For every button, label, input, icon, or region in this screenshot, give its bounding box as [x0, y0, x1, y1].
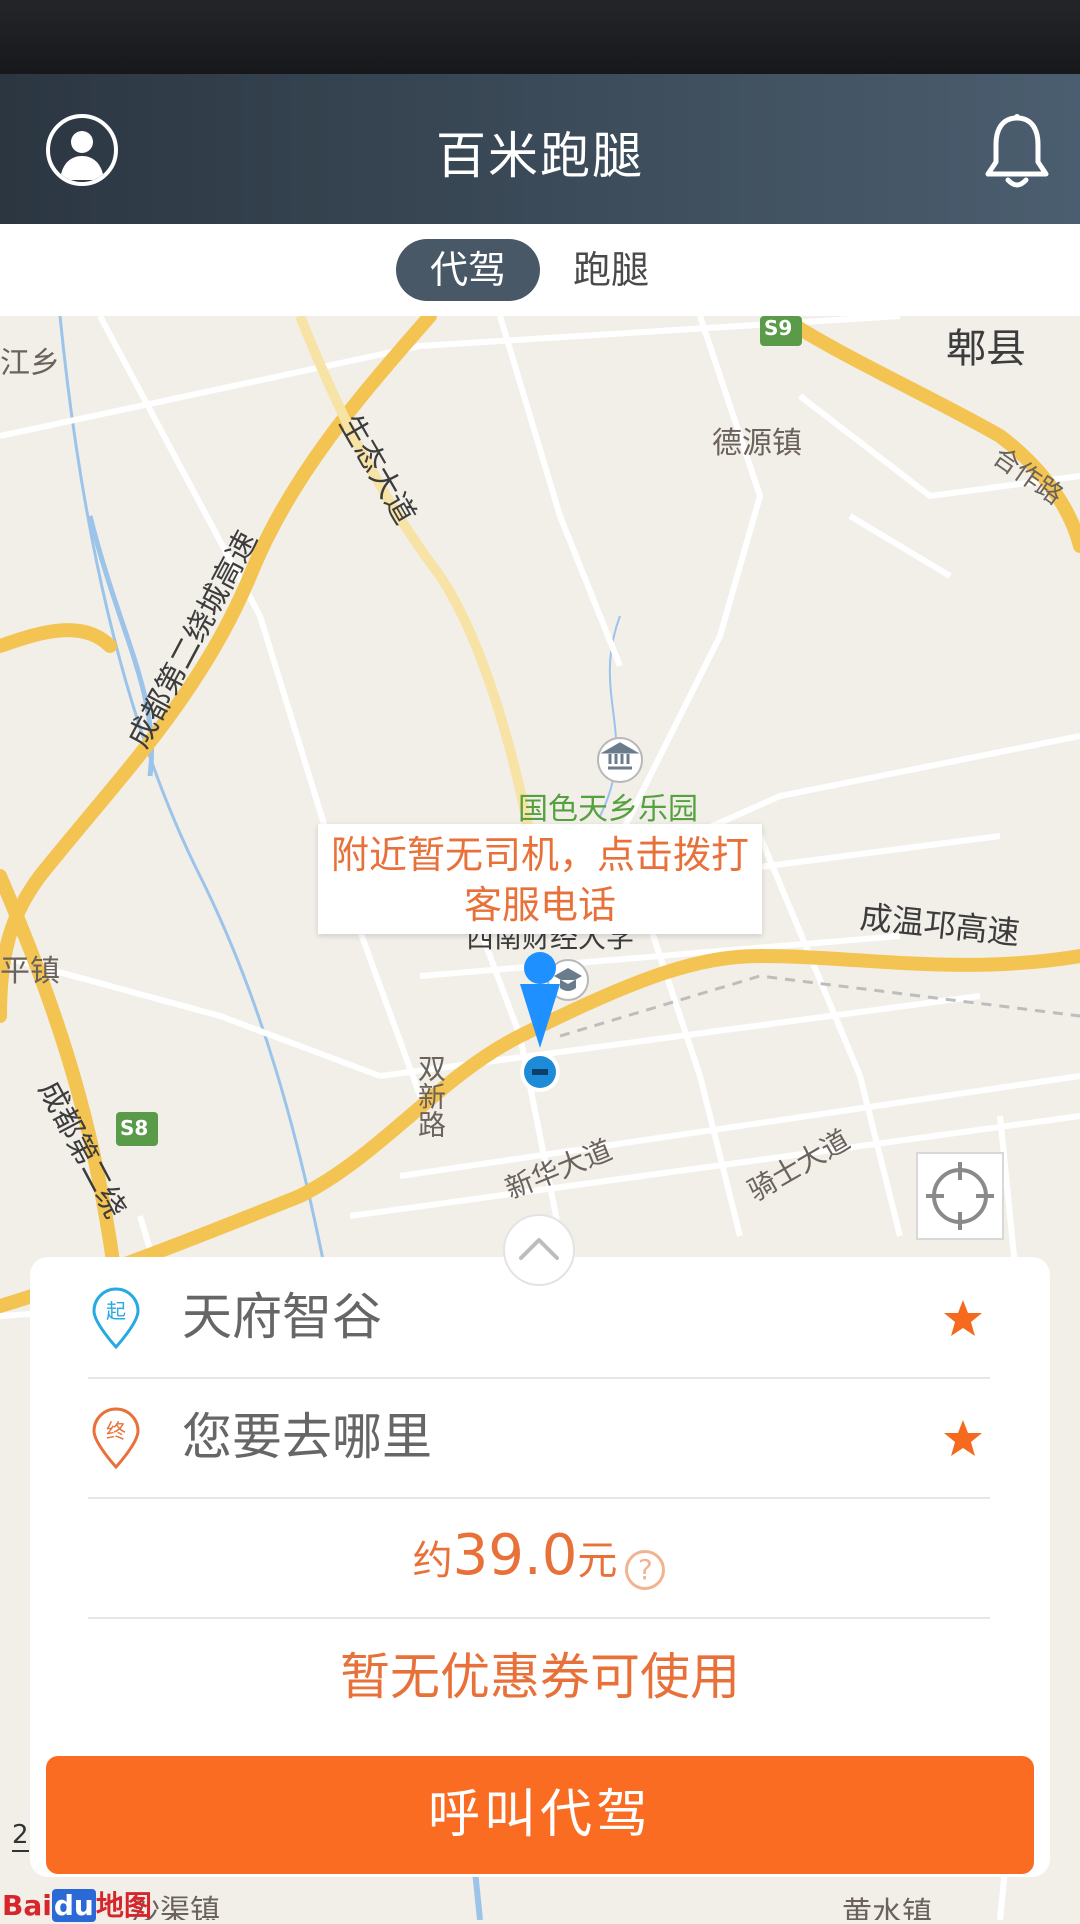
service-tabs: 代驾 跑腿	[0, 224, 1080, 316]
tab-paotui[interactable]: 跑腿	[556, 239, 666, 301]
start-pin-icon: 起	[92, 1287, 140, 1350]
map-label: 国色天乡乐园	[518, 792, 698, 827]
no-driver-callout[interactable]: 附近暂无司机，点击拨打客服电话	[318, 824, 762, 934]
status-bar	[0, 0, 1080, 74]
end-pin-icon: 终	[92, 1407, 140, 1470]
destination-row[interactable]: 终 您要去哪里	[88, 1377, 990, 1499]
coupon-status[interactable]: 暂无优惠券可使用	[30, 1637, 1050, 1717]
price-unit: 元	[577, 1538, 618, 1584]
price-prefix: 约	[412, 1538, 453, 1584]
highway-badge-s8: S8	[120, 1116, 149, 1140]
locate-me-button[interactable]	[916, 1152, 1004, 1240]
favorite-star-icon[interactable]	[942, 1297, 984, 1339]
tab-daijia[interactable]: 代驾	[396, 239, 540, 301]
favorite-star-icon[interactable]	[942, 1417, 984, 1459]
start-location-field[interactable]: 天府智谷	[182, 1285, 382, 1349]
price-estimate: 约39.0元?	[88, 1497, 990, 1619]
map-label: 郫县	[946, 326, 1026, 372]
map-scale: 2	[12, 1820, 29, 1852]
page-title: 百米跑腿	[436, 127, 644, 185]
map-label: 江乡	[0, 346, 60, 381]
bell-icon[interactable]	[982, 112, 1052, 192]
svg-text:终: 终	[106, 1419, 126, 1443]
map-label: 平镇	[0, 954, 60, 989]
price-value: 39.0	[452, 1523, 578, 1588]
svg-text:起: 起	[106, 1299, 126, 1323]
expand-panel-button[interactable]	[503, 1214, 575, 1286]
baidu-map-logo: Baidu地图	[2, 1889, 152, 1922]
crosshair-icon	[926, 1162, 994, 1230]
help-icon[interactable]: ?	[625, 1549, 666, 1590]
map-label: 德源镇	[712, 426, 802, 461]
chevron-up-icon	[519, 1238, 559, 1260]
nav-bar: 百米跑腿	[0, 74, 1080, 224]
highway-badge-s9: S9	[764, 316, 793, 340]
destination-input[interactable]: 您要去哪里	[182, 1405, 432, 1469]
callout-text: 附近暂无司机，点击拨打客服电话	[330, 833, 749, 927]
call-driver-button[interactable]: 呼叫代驾	[46, 1756, 1034, 1874]
map-label: 黄水镇	[842, 1896, 932, 1920]
map-label: 双新路	[414, 1054, 447, 1138]
